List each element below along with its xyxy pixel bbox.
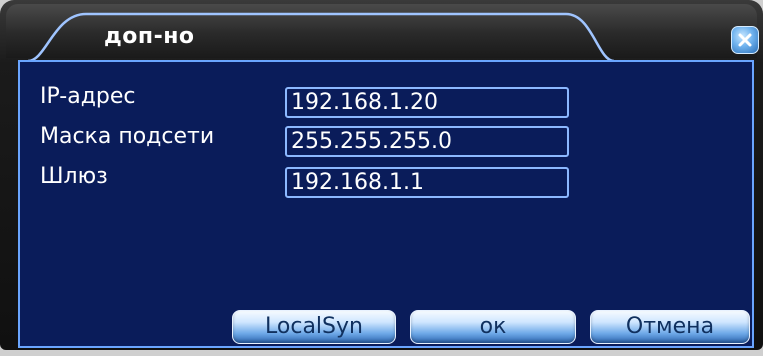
title-bar: доп-но (6, 4, 759, 62)
dialog-window: доп-но IP-адрес 192.168.1.20 Маска подсе… (0, 0, 763, 356)
ok-button[interactable]: ок (410, 310, 576, 344)
localsyn-button[interactable]: LocalSyn (232, 310, 396, 344)
ip-address-label: IP-адрес (40, 84, 136, 109)
subnet-mask-label: Маска подсети (40, 124, 215, 149)
close-button[interactable] (731, 26, 759, 54)
gateway-input[interactable]: 192.168.1.1 (285, 167, 569, 198)
subnet-mask-input[interactable]: 255.255.255.0 (285, 126, 569, 157)
dialog-title: доп-но (104, 24, 195, 49)
title-tab: доп-но (26, 12, 616, 62)
ip-address-input[interactable]: 192.168.1.20 (285, 87, 569, 118)
cancel-button[interactable]: Отмена (590, 310, 750, 344)
network-settings-panel: IP-адрес 192.168.1.20 Маска подсети 255.… (18, 60, 754, 348)
close-icon (738, 33, 752, 47)
gateway-label: Шлюз (40, 164, 108, 189)
